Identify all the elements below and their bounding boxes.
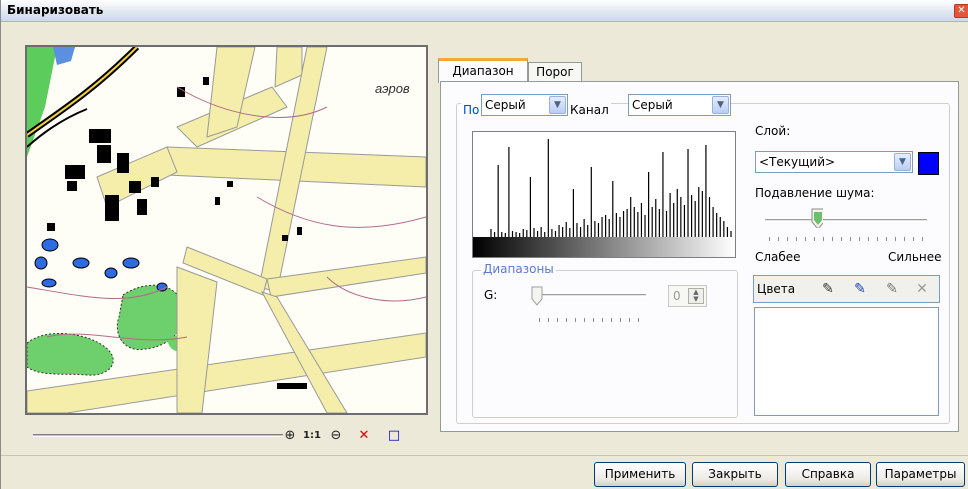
by-group-legend: По [461, 103, 482, 117]
apply-button[interactable]: Применить [594, 462, 686, 487]
close-window-button[interactable]: ✕ [954, 4, 968, 18]
preview-toolbar: ⊕ 1:1 ⊖ ✕ □ [33, 424, 428, 450]
tab-threshold[interactable]: Порог [528, 62, 582, 82]
eyedropper-icon[interactable]: ✎ [818, 279, 838, 299]
divider [1, 455, 968, 456]
histogram-chart [473, 139, 735, 257]
by-select-value: Серый [485, 98, 526, 112]
noise-max-label: Сильнее [888, 250, 942, 264]
ranges-legend: Диапазоны [481, 262, 556, 276]
noise-label: Подавление шума: [755, 186, 875, 200]
noise-slider-track[interactable] [765, 219, 927, 222]
histogram[interactable] [472, 131, 736, 258]
frame-icon[interactable]: □ [383, 426, 405, 448]
zoom-out-icon[interactable]: ⊖ [325, 426, 347, 448]
clear-icon[interactable]: ✕ [353, 426, 375, 448]
tab-range[interactable]: Диапазон [438, 58, 528, 83]
params-button[interactable]: Параметры [876, 462, 965, 487]
zoom-actual-size-button[interactable]: 1:1 [301, 426, 323, 448]
layer-select-value: <Текущий> [759, 155, 836, 169]
channel-select[interactable]: Серый ▼ [628, 94, 731, 116]
zoom-in-icon[interactable]: ⊕ [279, 426, 301, 448]
g-slider-ticks [539, 318, 643, 322]
map-image: аэров [27, 47, 426, 413]
g-value: 0 [673, 289, 681, 303]
layer-color-swatch[interactable] [918, 152, 939, 175]
window-title: Бинаризовать [7, 3, 104, 17]
title-bar: Бинаризовать ✕ [1, 0, 968, 22]
spin-arrows-icon[interactable]: ▲ ▼ [688, 288, 704, 304]
channel-label: Канал [568, 103, 611, 117]
colors-header: Цвета ✎ ✎ ✎ ✕ [753, 275, 940, 303]
layer-label: Слой: [755, 124, 791, 138]
noise-min-label: Слабее [755, 250, 801, 264]
chevron-down-icon[interactable]: ▼ [712, 96, 729, 114]
noise-slider-thumb[interactable] [811, 208, 824, 228]
g-spinner[interactable]: 0 ▲ ▼ [668, 285, 707, 307]
by-select[interactable]: Серый ▼ [481, 94, 568, 116]
g-slider-track[interactable] [536, 294, 646, 297]
help-button[interactable]: Справка [785, 462, 871, 487]
preview-scroll-track[interactable] [33, 434, 283, 437]
gray-gradient-strip [473, 237, 735, 257]
chevron-down-icon[interactable]: ▼ [894, 153, 911, 171]
eyedropper-add-icon[interactable]: ✎ [850, 279, 870, 299]
g-label: G: [484, 288, 498, 302]
colors-label: Цвета [757, 282, 796, 296]
colors-list[interactable] [754, 307, 939, 416]
chevron-down-icon[interactable]: ▼ [549, 96, 566, 114]
noise-slider-ticks [769, 237, 925, 241]
g-slider-thumb[interactable] [531, 286, 543, 306]
map-label: аэров [375, 81, 410, 96]
binarize-dialog: Бинаризовать ✕ аэров ⊕ 1:1 ⊖ ✕ □ Диапазо… [0, 0, 968, 489]
delete-icon[interactable]: ✕ [912, 279, 932, 299]
channel-select-value: Серый [632, 98, 673, 112]
map-preview[interactable]: аэров [25, 45, 428, 415]
eyedropper-remove-icon[interactable]: ✎ [882, 279, 902, 299]
layer-select[interactable]: <Текущий> ▼ [755, 151, 913, 173]
close-button[interactable]: Закрыть [692, 462, 778, 487]
